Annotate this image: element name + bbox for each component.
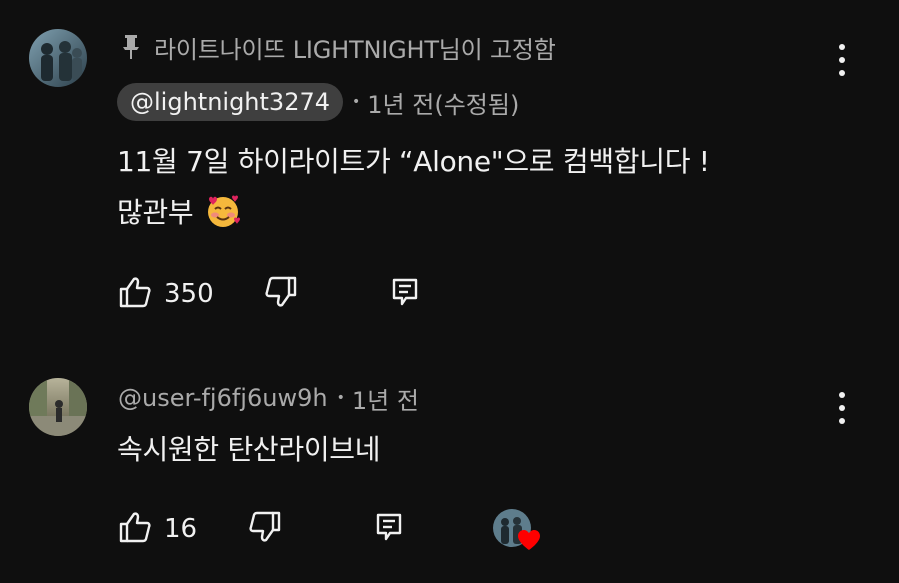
comment-meta: @lightnight3274 • 1년 전(수정됨) [117, 83, 519, 121]
comment-timestamp[interactable]: 1년 전 [352, 381, 419, 416]
like-button[interactable]: 350 [118, 275, 220, 313]
comment-text-line: 11월 7일 하이라이트가 “Alone"으로 컴백합니다 ! [117, 145, 710, 178]
separator-dot: • [336, 390, 345, 406]
comment-timestamp[interactable]: 1년 전(수정됨) [367, 85, 519, 120]
more-options-button[interactable] [830, 40, 854, 80]
comment-actions: 16 [118, 509, 540, 550]
avatar[interactable] [29, 378, 87, 436]
more-dot [839, 57, 845, 63]
comment-text-line: 많관부 [117, 191, 241, 231]
more-dot [839, 405, 845, 411]
pinned-indicator: 라이트나이뜨 LIGHTNIGHT님이 고정함 [120, 30, 556, 64]
pinned-label: 라이트나이뜨 LIGHTNIGHT님이 고정함 [154, 35, 556, 64]
more-dot [839, 70, 845, 76]
thumbs-down-icon [248, 510, 282, 548]
author-name[interactable]: @lightnight3274 [117, 83, 344, 121]
avatar[interactable] [29, 29, 87, 87]
like-count: 350 [164, 279, 214, 309]
heart-icon [517, 529, 541, 551]
thumbs-up-icon [118, 275, 152, 313]
reply-icon [372, 510, 406, 548]
creator-heart-badge [493, 507, 543, 551]
more-dot [839, 392, 845, 398]
like-count: 16 [164, 514, 198, 544]
like-button[interactable]: 16 [118, 510, 204, 548]
pin-icon [120, 34, 142, 60]
more-dot [839, 44, 845, 50]
comment-text: 많관부 [117, 196, 194, 229]
more-dot [839, 418, 845, 424]
comment-actions: 350 [118, 274, 422, 314]
smiling-face-with-hearts-icon [205, 193, 241, 229]
comment-text-line: 속시원한 탄산라이브네 [117, 433, 381, 466]
author-name[interactable]: @user-fj6fj6uw9h [118, 384, 328, 412]
thumbs-down-icon [264, 275, 298, 313]
thumbs-up-icon [118, 510, 152, 548]
reply-button[interactable] [388, 275, 422, 313]
comment-thread-1: 라이트나이뜨 LIGHTNIGHT님이 고정함 @lightnight3274 … [0, 0, 899, 340]
reply-button[interactable] [372, 510, 406, 548]
comment-thread-2: @user-fj6fj6uw9h • 1년 전 속시원한 탄산라이브네 16 [0, 340, 899, 583]
reply-icon [388, 275, 422, 313]
dislike-button[interactable] [248, 510, 282, 548]
comment-meta: @user-fj6fj6uw9h • 1년 전 [118, 379, 419, 417]
dislike-button[interactable] [264, 275, 298, 313]
separator-dot: • [352, 94, 361, 110]
more-options-button[interactable] [830, 388, 854, 428]
